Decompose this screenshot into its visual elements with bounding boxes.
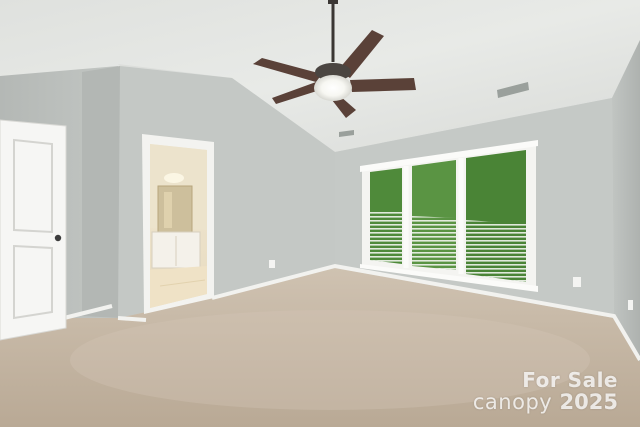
watermark-for-sale: For Sale (522, 367, 618, 392)
window-blinds (412, 216, 456, 270)
baseboard (117, 316, 147, 322)
listing-watermark: For Sale canopy 2025 (438, 367, 618, 413)
wall-outlet (628, 300, 633, 310)
window (360, 140, 538, 292)
room-illustration (0, 0, 640, 427)
watermark-year: 2025 (559, 389, 618, 414)
closet-door[interactable] (0, 119, 67, 341)
door-knob[interactable] (54, 234, 62, 242)
fan-blade (350, 78, 416, 92)
window-blinds (370, 212, 402, 264)
wall-corner-pillar (82, 66, 120, 318)
wall-outlet (269, 260, 275, 268)
bathroom-mirror (157, 185, 193, 233)
window-blinds (466, 220, 526, 282)
wall-outlet (573, 277, 581, 287)
watermark-brand-line: canopy 2025 (438, 391, 618, 413)
bathroom-doorway[interactable] (142, 134, 214, 314)
fan-light (314, 75, 352, 101)
vanity-light (164, 173, 184, 183)
watermark-brand: canopy (472, 389, 553, 414)
bedroom-photo: For Sale canopy 2025 (0, 0, 640, 427)
